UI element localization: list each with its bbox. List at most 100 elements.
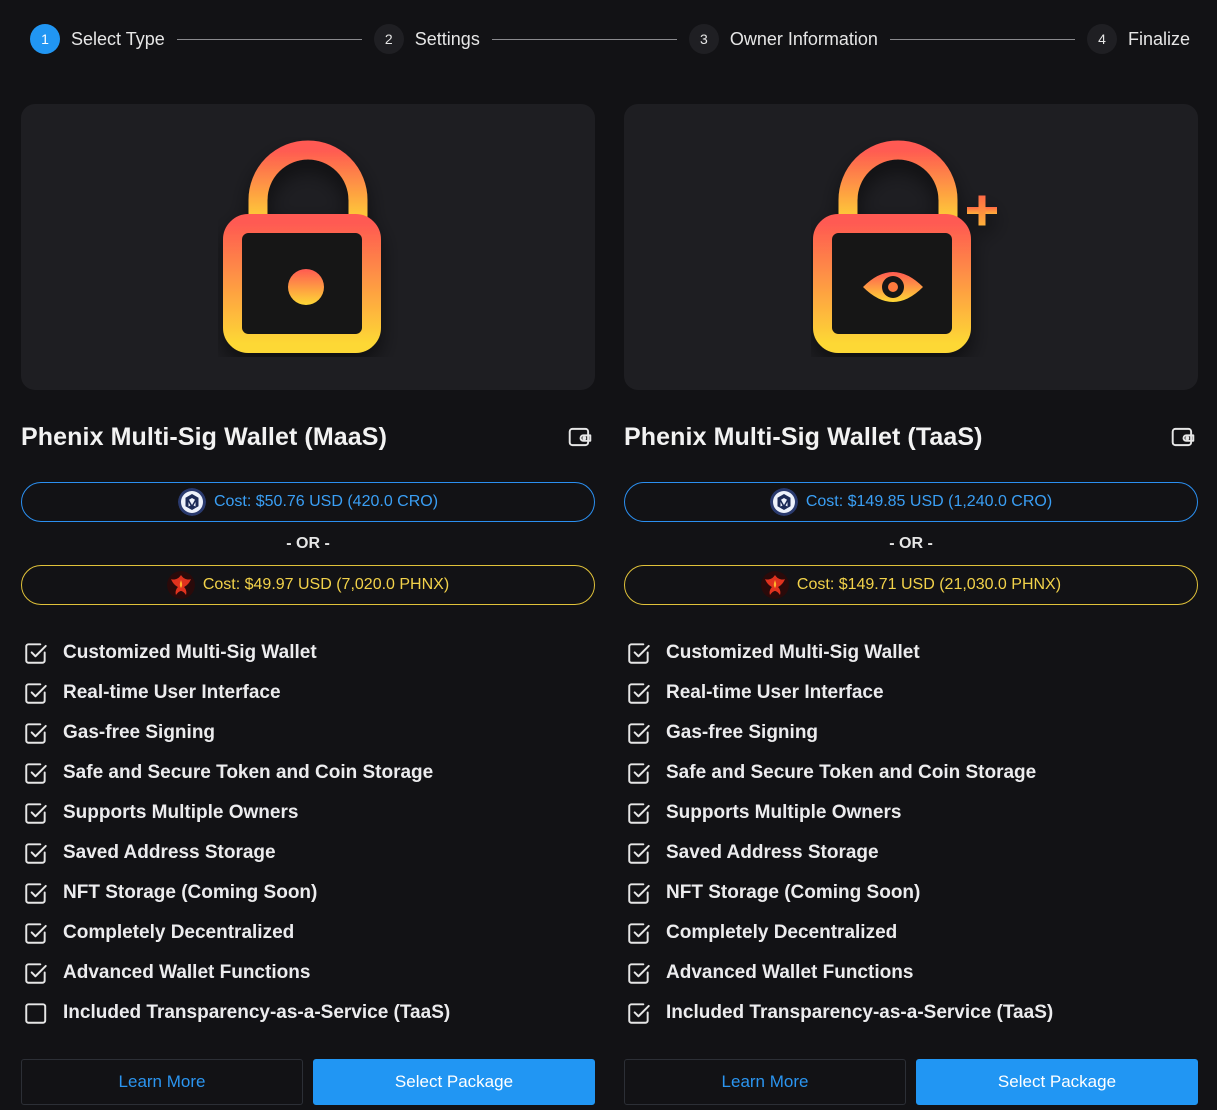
feature-item: Real-time User Interface [624,673,1198,713]
step-number: 2 [373,24,404,54]
checkbox-checked-icon [25,883,47,904]
feature-item: NFT Storage (Coming Soon) [624,873,1198,913]
checkbox-checked-icon [628,683,650,704]
checkbox-checked-icon [25,763,47,784]
feature-item: Completely Decentralized [21,913,595,953]
feature-item: Gas-free Signing [624,713,1198,753]
lock-icon [223,140,381,353]
feature-item: NFT Storage (Coming Soon) [21,873,595,913]
cronos-coin-icon [177,488,206,516]
select-package-button[interactable]: Select Package [313,1059,595,1105]
feature-label: Advanced Wallet Functions [666,962,914,983]
learn-more-button[interactable]: Learn More [21,1059,303,1105]
checkbox-checked-icon [628,1003,650,1024]
feature-label: Included Transparency-as-a-Service (TaaS… [666,1002,1054,1023]
feature-label: Safe and Secure Token and Coin Storage [666,762,1037,783]
feature-item: Saved Address Storage [21,833,595,873]
feature-label: NFT Storage (Coming Soon) [63,882,318,903]
checkbox-checked-icon [628,923,650,944]
feature-item: Completely Decentralized [624,913,1198,953]
feature-label: Included Transparency-as-a-Service (TaaS… [63,1002,451,1023]
cost-cro-label: Cost: $50.76 USD (420.0 CRO) [213,493,439,510]
step-select-type[interactable]: 1 Select Type [30,24,165,54]
feature-item: Supports Multiple Owners [21,793,595,833]
checkbox-checked-icon [628,883,650,904]
learn-more-button[interactable]: Learn More [624,1059,906,1105]
cost-cro-button[interactable]: Cost: $50.76 USD (420.0 CRO) [21,482,595,522]
checkbox-checked-icon [628,723,650,744]
step-connector [176,38,362,40]
package-title: Phenix Multi-Sig Wallet (MaaS) [21,422,387,451]
package-card-maas: Phenix Multi-Sig Wallet (MaaS) Cost: $50… [21,104,595,1105]
feature-label: Saved Address Storage [666,842,879,863]
package-card-taas: Phenix Multi-Sig Wallet (TaaS) Cost: $14… [624,104,1198,1105]
step-finalize[interactable]: 4 Finalize [1086,24,1190,54]
stepper: 1 Select Type 2 Settings 3 Owner Informa… [30,23,1190,55]
wallet-icon[interactable] [567,424,593,450]
step-number: 1 [30,24,60,54]
step-connector [889,38,1075,40]
cronos-coin-icon [769,488,798,516]
feature-item: Safe and Secure Token and Coin Storage [624,753,1198,793]
cost-phnx-button[interactable]: Cost: $49.97 USD (7,020.0 PHNX) [21,565,595,605]
cost-cro-label: Cost: $149.85 USD (1,240.0 CRO) [805,493,1053,510]
checkbox-checked-icon [25,683,47,704]
step-label: Select Type [71,28,165,49]
wallet-icon[interactable] [1170,424,1196,450]
checkbox-checked-icon [25,923,47,944]
checkbox-checked-icon [628,803,650,824]
feature-label: Gas-free Signing [666,722,819,743]
checkbox-checked-icon [25,843,47,864]
select-package-button[interactable]: Select Package [916,1059,1198,1105]
feature-item: Real-time User Interface [21,673,595,713]
step-settings[interactable]: 2 Settings [373,24,480,54]
package-hero [624,104,1198,390]
checkbox-checked-icon [628,963,650,984]
checkbox-checked-icon [628,763,650,784]
checkbox-checked-icon [25,723,47,744]
lock-eye-plus-icon [813,140,997,353]
feature-item: Supports Multiple Owners [624,793,1198,833]
checkbox-checked-icon [628,843,650,864]
feature-item: Included Transparency-as-a-Service (TaaS… [624,993,1198,1033]
feature-label: NFT Storage (Coming Soon) [666,882,921,903]
step-label: Owner Information [729,28,878,49]
step-label: Settings [414,28,480,49]
feature-list: Customized Multi-Sig Wallet Real-time Us… [21,633,595,1033]
feature-item: Customized Multi-Sig Wallet [21,633,595,673]
feature-label: Supports Multiple Owners [63,802,299,823]
checkbox-checked-icon [25,963,47,984]
feature-item: Safe and Secure Token and Coin Storage [21,753,595,793]
step-number: 3 [688,24,719,54]
checkbox-unchecked-icon [25,1003,47,1024]
phenix-coin-icon [166,571,195,599]
feature-label: Real-time User Interface [666,682,884,703]
feature-item: Advanced Wallet Functions [21,953,595,993]
package-title: Phenix Multi-Sig Wallet (TaaS) [624,422,983,451]
feature-list: Customized Multi-Sig Wallet Real-time Us… [624,633,1198,1033]
cost-phnx-label: Cost: $49.97 USD (7,020.0 PHNX) [202,576,450,593]
checkbox-checked-icon [25,643,47,664]
feature-label: Supports Multiple Owners [666,802,902,823]
feature-label: Saved Address Storage [63,842,276,863]
cost-phnx-label: Cost: $149.71 USD (21,030.0 PHNX) [796,576,1062,593]
cost-cro-button[interactable]: Cost: $149.85 USD (1,240.0 CRO) [624,482,1198,522]
package-hero [21,104,595,390]
checkbox-checked-icon [25,803,47,824]
feature-item: Customized Multi-Sig Wallet [624,633,1198,673]
or-separator: - OR - [889,534,933,552]
step-connector [491,38,677,40]
phenix-coin-icon [760,571,789,599]
feature-item: Advanced Wallet Functions [624,953,1198,993]
feature-label: Customized Multi-Sig Wallet [666,642,920,663]
feature-label: Real-time User Interface [63,682,281,703]
step-owner-information[interactable]: 3 Owner Information [688,24,878,54]
feature-label: Customized Multi-Sig Wallet [63,642,317,663]
or-separator: - OR - [286,534,330,552]
feature-item: Saved Address Storage [624,833,1198,873]
feature-label: Advanced Wallet Functions [63,962,311,983]
checkbox-checked-icon [628,643,650,664]
step-number: 4 [1086,24,1117,54]
feature-label: Completely Decentralized [666,922,898,943]
cost-phnx-button[interactable]: Cost: $149.71 USD (21,030.0 PHNX) [624,565,1198,605]
